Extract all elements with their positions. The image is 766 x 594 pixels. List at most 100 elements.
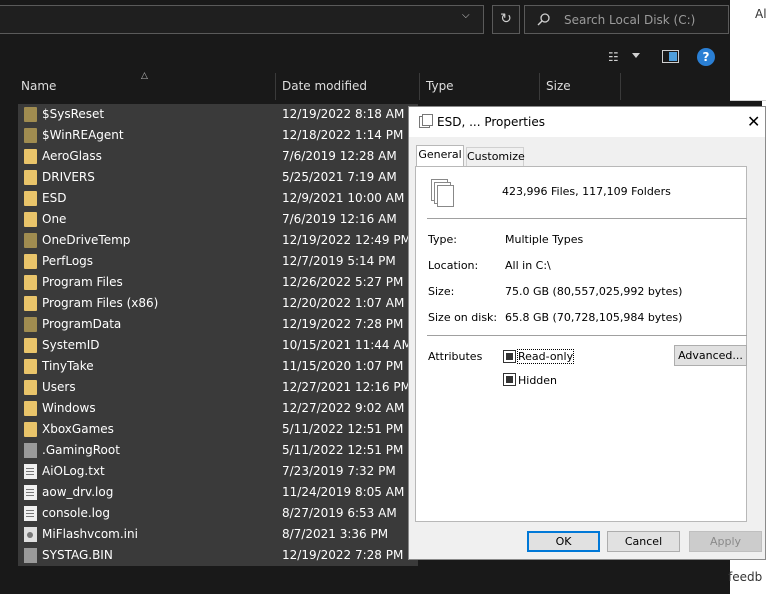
file-row[interactable]: PerfLogs 12/7/2019 5:14 PM [18, 251, 418, 272]
size-on-disk-value: 65.8 GB (70,728,105,984 bytes) [505, 311, 683, 324]
file-row[interactable]: OneDriveTemp 12/19/2022 12:49 PM [18, 230, 418, 251]
folder-icon [24, 275, 37, 290]
background-window-divider [730, 100, 766, 101]
folder-icon [24, 254, 37, 269]
file-date-modified: 12/7/2019 5:14 PM [282, 254, 396, 268]
column-header-date[interactable]: Date modified [282, 79, 367, 93]
file-name: One [42, 212, 67, 226]
location-value: All in C:\ [505, 259, 551, 272]
file-date-modified: 5/11/2022 12:51 PM [282, 443, 404, 457]
file-row[interactable]: Program Files 12/26/2022 5:27 PM [18, 272, 418, 293]
address-bar-area: ⌵ ↻ Search Local Disk (C:) [0, 0, 730, 40]
file-row[interactable]: MiFlashvcom.ini 8/7/2021 3:36 PM [18, 524, 418, 545]
file-name: console.log [42, 506, 110, 520]
file-date-modified: 5/11/2022 12:51 PM [282, 422, 404, 436]
file-date-modified: 5/25/2021 7:19 AM [282, 170, 397, 184]
preview-pane-icon[interactable] [662, 50, 679, 63]
file-name: Users [42, 380, 76, 394]
file-name: $SysReset [42, 107, 105, 121]
apply-button[interactable]: Apply [689, 531, 762, 552]
attributes-label: Attributes [428, 350, 483, 363]
address-bar[interactable] [0, 5, 484, 34]
file-date-modified: 12/19/2022 7:28 PM [282, 548, 404, 562]
file-row[interactable]: TinyTake 11/15/2020 1:07 PM [18, 356, 418, 377]
help-icon[interactable]: ? [697, 48, 715, 66]
file-row[interactable]: DRIVERS 5/25/2021 7:19 AM [18, 167, 418, 188]
hidden-checkbox[interactable] [503, 373, 516, 386]
hidden-folder-icon [24, 233, 37, 248]
ok-button[interactable]: OK [527, 531, 600, 552]
text-file-icon [24, 485, 37, 500]
file-row[interactable]: SYSTAG.BIN 12/19/2022 7:28 PM [18, 545, 418, 566]
file-date-modified: 12/19/2022 12:49 PM [282, 233, 411, 247]
file-date-modified: 11/24/2019 8:05 AM [282, 485, 405, 499]
file-name: Windows [42, 401, 96, 415]
view-dropdown-chevron-icon[interactable] [632, 53, 640, 58]
general-tab-panel [415, 166, 747, 522]
file-row[interactable]: $SysReset 12/19/2022 8:18 AM [18, 104, 418, 125]
readonly-checkbox[interactable] [503, 350, 516, 363]
file-name: $WinREAgent [42, 128, 124, 142]
file-row[interactable]: One 7/6/2019 12:16 AM [18, 209, 418, 230]
file-name: TinyTake [42, 359, 94, 373]
file-row[interactable]: AeroGlass 7/6/2019 12:28 AM [18, 146, 418, 167]
divider [427, 335, 747, 336]
column-divider[interactable] [419, 73, 420, 100]
file-row[interactable]: Program Files (x86) 12/20/2022 1:07 AM [18, 293, 418, 314]
file-row[interactable]: ProgramData 12/19/2022 7:28 PM [18, 314, 418, 335]
sort-ascending-icon: △ [141, 71, 148, 81]
file-row[interactable]: Users 12/27/2021 12:16 PM [18, 377, 418, 398]
file-date-modified: 11/15/2020 1:07 PM [282, 359, 404, 373]
hidden-folder-icon [24, 317, 37, 332]
column-header-type[interactable]: Type [426, 79, 454, 93]
file-row[interactable]: Windows 12/27/2022 9:02 AM [18, 398, 418, 419]
readonly-label[interactable]: Read-only [516, 349, 575, 364]
refresh-button[interactable]: ↻ [492, 5, 520, 34]
file-date-modified: 12/27/2021 12:16 PM [282, 380, 411, 394]
dialog-title-bar[interactable]: ESD, ... Properties ✕ [409, 107, 765, 137]
file-name: ProgramData [42, 317, 122, 331]
file-row[interactable]: console.log 8/27/2019 6:53 AM [18, 503, 418, 524]
column-divider[interactable] [620, 73, 621, 100]
file-row[interactable]: SystemID 10/15/2021 11:44 AM [18, 335, 418, 356]
file-name: PerfLogs [42, 254, 94, 268]
dialog-title: ESD, ... Properties [437, 115, 545, 129]
column-header-name[interactable]: Name [21, 79, 56, 93]
file-name: DRIVERS [42, 170, 95, 184]
file-date-modified: 12/9/2021 10:00 AM [282, 191, 405, 205]
file-row[interactable]: aow_drv.log 11/24/2019 8:05 AM [18, 482, 418, 503]
file-date-modified: 12/20/2022 1:07 AM [282, 296, 405, 310]
advanced-button[interactable]: Advanced... [674, 345, 747, 366]
details-view-icon[interactable]: ☷ [608, 50, 619, 64]
file-row[interactable]: AiOLog.txt 7/23/2019 7:32 PM [18, 461, 418, 482]
search-placeholder: Search Local Disk (C:) [564, 13, 696, 27]
refresh-icon: ↻ [500, 11, 512, 27]
close-icon[interactable]: ✕ [747, 112, 760, 131]
cancel-button[interactable]: Cancel [607, 531, 680, 552]
column-header-size[interactable]: Size [546, 79, 571, 93]
hidden-label[interactable]: Hidden [518, 374, 557, 387]
file-name: aow_drv.log [42, 485, 114, 499]
text-file-icon [24, 506, 37, 521]
file-name: XboxGames [42, 422, 114, 436]
file-icon [24, 548, 37, 563]
file-date-modified: 12/18/2022 1:14 PM [282, 128, 404, 142]
file-row[interactable]: XboxGames 5/11/2022 12:51 PM [18, 419, 418, 440]
background-window-text: Al [755, 7, 766, 21]
hidden-folder-icon [24, 128, 37, 143]
folder-icon [24, 401, 37, 416]
folder-icon [24, 296, 37, 311]
file-row[interactable]: .GamingRoot 5/11/2022 12:51 PM [18, 440, 418, 461]
size-on-disk-label: Size on disk: [428, 311, 498, 324]
column-divider[interactable] [539, 73, 540, 100]
column-divider[interactable] [275, 73, 276, 100]
tab-general[interactable]: General [416, 145, 464, 167]
file-row[interactable]: $WinREAgent 12/18/2022 1:14 PM [18, 125, 418, 146]
hidden-folder-icon [24, 107, 37, 122]
file-row[interactable]: ESD 12/9/2021 10:00 AM [18, 188, 418, 209]
properties-dialog: ESD, ... Properties ✕ General Customize … [408, 106, 766, 560]
tab-customize[interactable]: Customize [466, 147, 525, 166]
file-name: SystemID [42, 338, 100, 352]
address-history-chevron-icon[interactable]: ⌵ [462, 10, 470, 21]
search-input[interactable]: Search Local Disk (C:) [524, 5, 729, 34]
